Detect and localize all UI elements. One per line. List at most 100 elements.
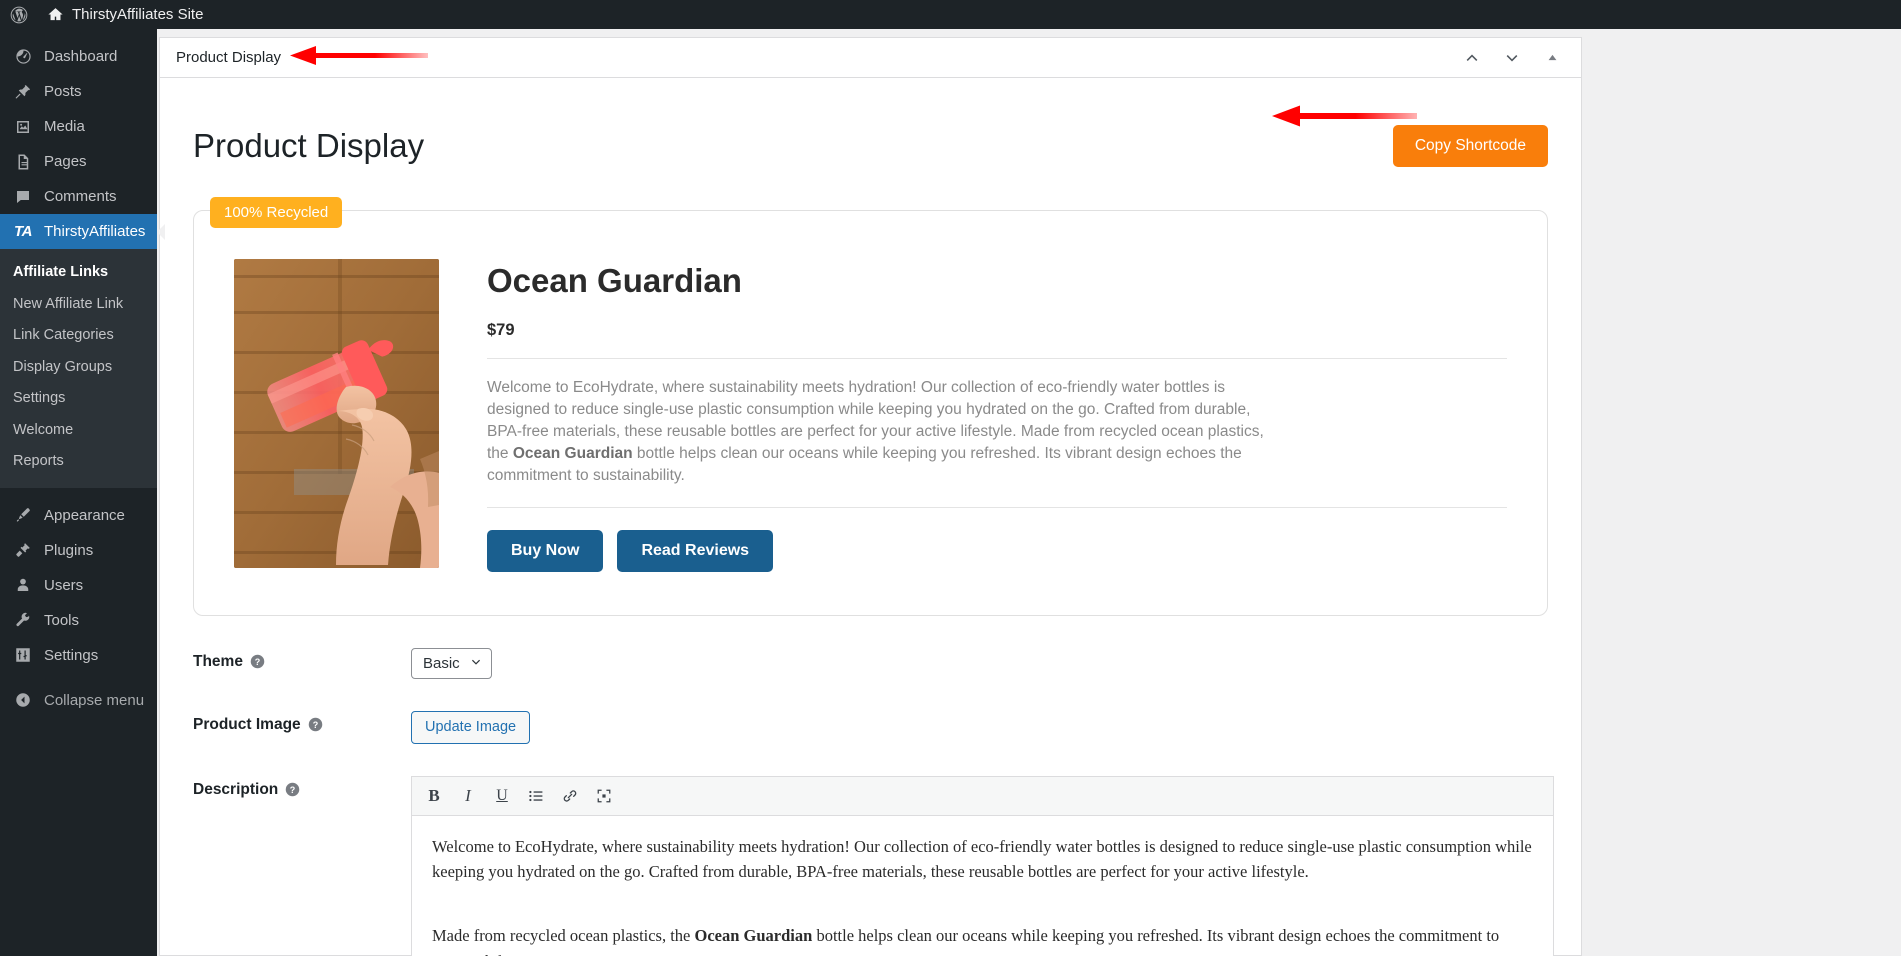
theme-label: Theme ? — [193, 648, 411, 671]
sidebar-item-tools[interactable]: Tools — [0, 603, 157, 638]
page-icon — [13, 152, 33, 172]
underline-button[interactable]: U — [488, 782, 516, 810]
sidebar-item-label: Settings — [44, 646, 99, 664]
description-editor: B I U Welcome to EcoHydrate, where susta… — [411, 775, 1554, 956]
collapse-menu-label: Collapse menu — [44, 691, 145, 709]
submenu-item-affiliate-links[interactable]: Affiliate Links — [0, 257, 157, 289]
settings-form: Theme ? Basic Product Image ? Update Ima… — [193, 647, 1554, 956]
sidebar-item-dashboard[interactable]: Dashboard — [0, 39, 157, 74]
read-reviews-button[interactable]: Read Reviews — [617, 530, 774, 573]
sidebar-item-users[interactable]: Users — [0, 568, 157, 603]
fullscreen-icon[interactable] — [590, 782, 618, 810]
svg-text:?: ? — [255, 657, 261, 667]
editor-paragraph-2: Made from recycled ocean plastics, the O… — [432, 923, 1533, 956]
wordpress-admin-screen: ThirstyAffiliates Site Dashboard Posts M… — [0, 0, 1901, 956]
product-image-label-text: Product Image — [193, 715, 301, 733]
submenu-item-reports[interactable]: Reports — [0, 446, 157, 478]
comment-icon — [13, 187, 33, 207]
product-info: Ocean Guardian $79 Welcome to EcoHydrate… — [487, 259, 1507, 573]
description-label-text: Description — [193, 780, 279, 798]
description-label: Description ? — [193, 776, 411, 799]
product-price: $79 — [487, 321, 515, 340]
divider-below-description — [487, 507, 1507, 509]
link-icon[interactable] — [556, 782, 584, 810]
sidebar-item-settings[interactable]: Settings — [0, 638, 157, 673]
product-image-label: Product Image ? — [193, 711, 411, 734]
buy-now-button[interactable]: Buy Now — [487, 530, 604, 573]
ta-logo-icon: TA — [14, 223, 32, 240]
plug-icon — [13, 540, 33, 560]
svg-text:?: ? — [312, 720, 318, 730]
chevron-down-icon — [470, 655, 482, 672]
submenu-item-settings[interactable]: Settings — [0, 383, 157, 415]
divider-above-description — [487, 358, 1507, 360]
page-header: Product Display Copy Shortcode — [193, 104, 1548, 188]
wp-logo-button[interactable] — [0, 0, 38, 29]
bold-button[interactable]: B — [420, 782, 448, 810]
bulleted-list-icon[interactable] — [522, 782, 550, 810]
user-icon — [13, 575, 33, 595]
media-icon — [13, 117, 33, 137]
sidebar-item-thirstyaffiliates[interactable]: TA ThirstyAffiliates — [0, 214, 157, 249]
sidebar-item-posts[interactable]: Posts — [0, 74, 157, 109]
theme-label-text: Theme — [193, 652, 243, 670]
update-image-button[interactable]: Update Image — [411, 710, 531, 744]
chevron-up-icon[interactable] — [1461, 47, 1483, 69]
home-icon — [47, 6, 64, 23]
copy-shortcode-button[interactable]: Copy Shortcode — [1392, 124, 1548, 167]
recycled-badge: 100% Recycled — [210, 196, 343, 228]
help-icon[interactable]: ? — [285, 782, 300, 797]
sidebar-item-plugins[interactable]: Plugins — [0, 533, 157, 568]
editor-toolbar: B I U — [412, 776, 1553, 816]
panel-controls — [1461, 47, 1571, 69]
sidebar-item-label: Posts — [44, 83, 82, 100]
product-display-panel: Product Display Product Display Copy Sho… — [159, 37, 1582, 956]
panel-title: Product Display — [176, 49, 282, 66]
content-area: Product Display Product Display Copy Sho… — [157, 29, 1901, 956]
description-field: B I U Welcome to EcoHydrate, where susta… — [411, 775, 1554, 956]
page-title: Product Display — [193, 127, 425, 165]
caret-up-icon[interactable] — [1541, 47, 1563, 69]
product-preview-card: 100% Recycled Ocean Guardian $79 Welcome… — [193, 196, 1548, 616]
submenu-item-new-affiliate-link[interactable]: New Affiliate Link — [0, 289, 157, 321]
sidebar-item-media[interactable]: Media — [0, 109, 157, 144]
editor-body[interactable]: Welcome to EcoHydrate, where sustainabil… — [412, 816, 1553, 956]
collapse-arrow-icon — [13, 690, 33, 710]
brush-icon — [13, 505, 33, 525]
site-name-button[interactable]: ThirstyAffiliates Site — [38, 0, 212, 29]
sidebar-item-label: Appearance — [44, 506, 125, 524]
theme-select[interactable]: Basic — [411, 647, 492, 679]
thirstyaffiliates-submenu: Affiliate Links New Affiliate Link Link … — [0, 249, 157, 488]
submenu-item-display-groups[interactable]: Display Groups — [0, 352, 157, 384]
sidebar-item-label: Plugins — [44, 541, 94, 559]
help-icon[interactable]: ? — [250, 654, 265, 669]
sidebar-item-label: Users — [44, 576, 84, 594]
sidebar-item-pages[interactable]: Pages — [0, 144, 157, 179]
sidebar-item-label: ThirstyAffiliates — [44, 223, 146, 240]
form-row-description: Description ? B I U Welcome to EcoHydrat… — [193, 775, 1554, 956]
submenu-item-welcome[interactable]: Welcome — [0, 415, 157, 447]
theme-select-value: Basic — [423, 654, 460, 672]
svg-text:?: ? — [290, 785, 296, 795]
submenu-item-link-categories[interactable]: Link Categories — [0, 320, 157, 352]
sidebar-item-appearance[interactable]: Appearance — [0, 498, 157, 533]
panel-header: Product Display — [160, 38, 1581, 78]
collapse-menu-button[interactable]: Collapse menu — [0, 683, 157, 718]
pin-icon — [13, 82, 33, 102]
product-cta-row: Buy Now Read Reviews — [487, 526, 1507, 573]
editor-p2-part1: Made from recycled ocean plastics, the — [432, 925, 695, 945]
wrench-icon — [13, 610, 33, 630]
product-description: Welcome to EcoHydrate, where sustainabil… — [487, 377, 1287, 487]
sliders-icon — [13, 645, 33, 665]
description-bold-term: Ocean Guardian — [512, 445, 633, 463]
help-icon[interactable]: ? — [308, 717, 323, 732]
sidebar-item-comments[interactable]: Comments — [0, 179, 157, 214]
chevron-down-icon[interactable] — [1501, 47, 1523, 69]
theme-field: Basic — [411, 647, 1548, 679]
admin-bar: ThirstyAffiliates Site — [0, 0, 1901, 29]
sidebar-item-label: Pages — [44, 153, 87, 170]
product-card-inner: Ocean Guardian $79 Welcome to EcoHydrate… — [194, 211, 1547, 573]
italic-button[interactable]: I — [454, 782, 482, 810]
